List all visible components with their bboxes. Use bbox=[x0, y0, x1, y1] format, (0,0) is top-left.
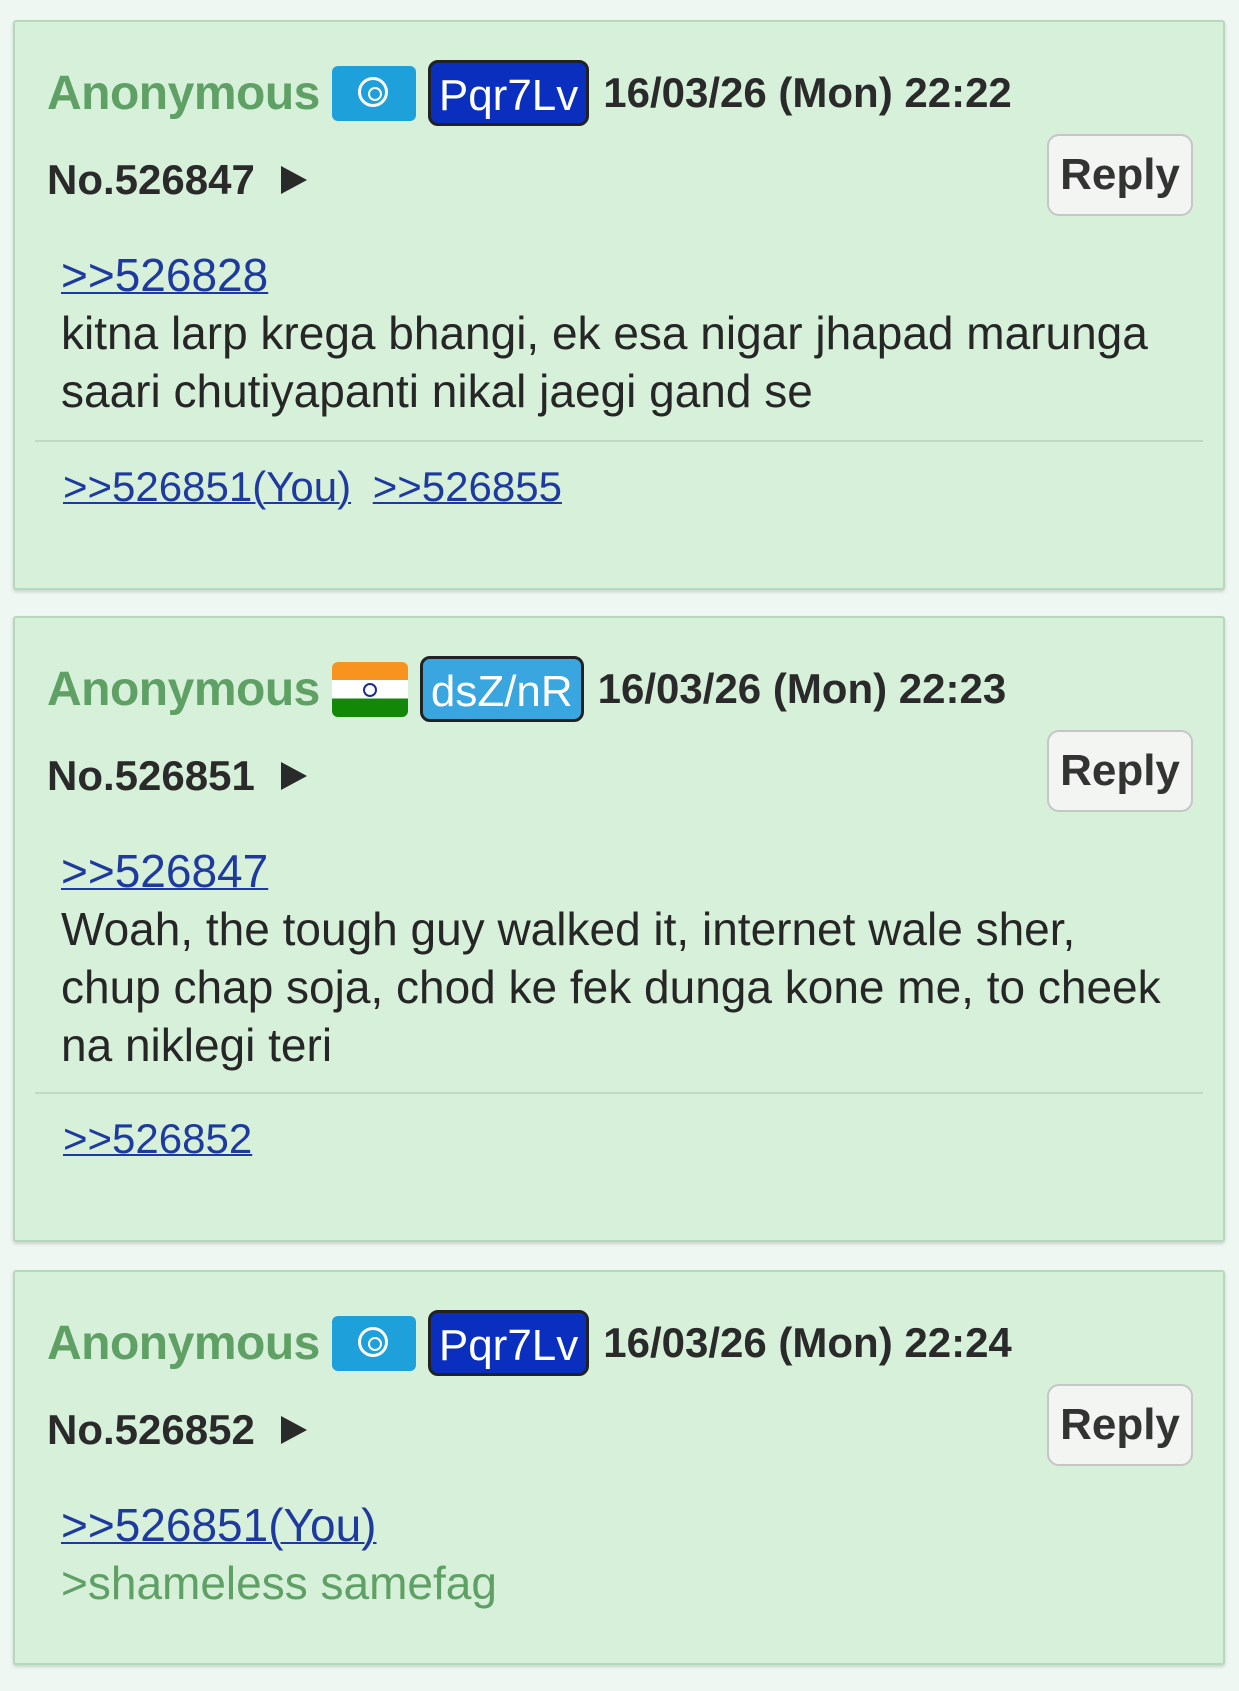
post-date: 16/03/26 (Mon) 22:23 bbox=[597, 665, 1007, 712]
divider bbox=[35, 440, 1203, 442]
backlinks: >>526852 bbox=[63, 1114, 262, 1164]
quote-link[interactable]: >>526847 bbox=[61, 845, 268, 897]
post-date: 16/03/26 (Mon) 22:22 bbox=[603, 69, 1012, 116]
post-body: >>526851(You) >shameless samefag bbox=[61, 1496, 1183, 1612]
reply-button[interactable]: Reply bbox=[1047, 730, 1193, 812]
post-header: Anonymous dsZ/nR 16/03/26 (Mon) 22:23 bbox=[47, 654, 1006, 724]
post-number[interactable]: No.526852 bbox=[47, 1406, 255, 1454]
post: Anonymous dsZ/nR 16/03/26 (Mon) 22:23 No… bbox=[13, 616, 1225, 1242]
poster-id-badge[interactable]: Pqr7Lv bbox=[427, 1310, 590, 1376]
poster-id-badge[interactable]: Pqr7Lv bbox=[427, 60, 590, 126]
backlink[interactable]: >>526855 bbox=[373, 463, 562, 510]
post-header: Anonymous Pqr7Lv 16/03/26 (Mon) 22:22 bbox=[47, 58, 1012, 128]
reply-button[interactable]: Reply bbox=[1047, 1384, 1193, 1466]
post-text: Woah, the tough guy walked it, internet … bbox=[61, 903, 1161, 1071]
reply-button[interactable]: Reply bbox=[1047, 134, 1193, 216]
india-flag-icon bbox=[331, 661, 408, 717]
quote-link[interactable]: >>526851(You) bbox=[61, 1499, 377, 1551]
quote-link[interactable]: >>526828 bbox=[61, 249, 268, 301]
post-number[interactable]: No.526847 bbox=[47, 156, 255, 204]
post-number-row: No.526851 bbox=[47, 746, 307, 806]
expand-arrow-icon[interactable] bbox=[280, 1416, 307, 1444]
expand-arrow-icon[interactable] bbox=[280, 166, 307, 194]
poster-name: Anonymous bbox=[47, 66, 320, 120]
un-flag-icon bbox=[331, 1315, 416, 1371]
post-date: 16/03/26 (Mon) 22:24 bbox=[603, 1319, 1012, 1366]
poster-name: Anonymous bbox=[47, 1316, 320, 1370]
backlink[interactable]: >>526852 bbox=[63, 1115, 252, 1162]
backlink[interactable]: >>526851(You) bbox=[63, 463, 351, 510]
post-body: >>526847 Woah, the tough guy walked it, … bbox=[61, 842, 1183, 1074]
post: Anonymous Pqr7Lv 16/03/26 (Mon) 22:22 No… bbox=[13, 20, 1225, 590]
poster-id-badge[interactable]: dsZ/nR bbox=[419, 656, 584, 722]
greentext: >shameless samefag bbox=[61, 1557, 497, 1609]
divider bbox=[35, 1092, 1203, 1094]
post: Anonymous Pqr7Lv 16/03/26 (Mon) 22:24 No… bbox=[13, 1270, 1225, 1665]
backlinks: >>526851(You) >>526855 bbox=[63, 462, 572, 512]
post-number-row: No.526852 bbox=[47, 1400, 307, 1460]
post-number-row: No.526847 bbox=[47, 150, 307, 210]
expand-arrow-icon[interactable] bbox=[280, 762, 307, 790]
post-text: kitna larp krega bhangi, ek esa nigar jh… bbox=[61, 307, 1148, 417]
post-number[interactable]: No.526851 bbox=[47, 752, 255, 800]
un-flag-icon bbox=[331, 65, 416, 121]
post-header: Anonymous Pqr7Lv 16/03/26 (Mon) 22:24 bbox=[47, 1308, 1012, 1378]
poster-name: Anonymous bbox=[47, 662, 320, 716]
thread: Anonymous Pqr7Lv 16/03/26 (Mon) 22:22 No… bbox=[0, 0, 1239, 1691]
post-body: >>526828 kitna larp krega bhangi, ek esa… bbox=[61, 246, 1183, 420]
